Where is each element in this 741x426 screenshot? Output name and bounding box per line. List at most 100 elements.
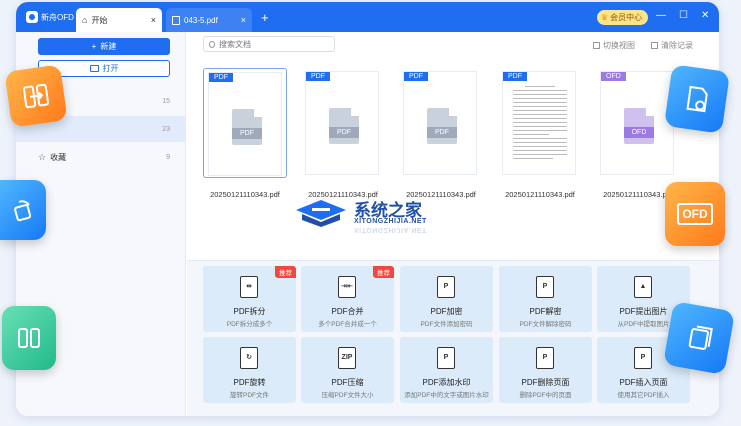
tool-desc: PDF拆分成多个 [226, 321, 273, 328]
open-label: 打开 [102, 64, 119, 73]
sidebar-item-count: 23 [162, 125, 170, 133]
tool-title: PDF添加水印 [422, 378, 471, 387]
switch-view-label: 切换视图 [603, 41, 635, 50]
maximize-icon[interactable]: ☐ [679, 10, 688, 21]
new-label: 新建 [100, 42, 117, 51]
ofd-feature-icon: OFD [665, 182, 725, 246]
rotate-icon: ↻ [240, 347, 258, 369]
search-icon [209, 40, 215, 48]
file-thumbnail: PDF [502, 71, 576, 175]
app-logo-icon [26, 11, 38, 23]
tab-label: 开始 [91, 15, 108, 25]
sidebar-item-favorites[interactable]: ☆ 收藏 9 [16, 144, 186, 170]
tool-title: PDF压缩 [331, 378, 364, 387]
unlock-icon: P [536, 276, 554, 298]
file-thumbnail: OFD OFD [600, 71, 674, 175]
insert-page-icon: P [634, 347, 652, 369]
close-icon[interactable]: × [151, 15, 156, 25]
add-tab-icon[interactable]: + [261, 10, 269, 25]
image-icon: ▲ [634, 276, 652, 298]
sidebar-item-label: 收藏 [50, 152, 67, 162]
file-thumbnail: PDF PDF [208, 72, 282, 176]
tool-desc: 旋转PDF文件 [230, 392, 269, 399]
tool-pdf-decrypt[interactable]: P PDF解密 PDF文件解除密码 [499, 266, 592, 332]
file-type-badge: PDF [306, 72, 330, 81]
tool-title: PDF拆分 [233, 307, 266, 316]
clear-history-button[interactable]: 清除记录 [651, 40, 693, 51]
tool-pdf-watermark[interactable]: P PDF添加水印 添加PDF中的文字或图片水印 [400, 337, 493, 403]
sidebar-item-count: 9 [166, 153, 170, 161]
tool-title: PDF插入页面 [619, 378, 668, 387]
tool-pdf-compress[interactable]: ZIP PDF压缩 压缩PDF文件大小 [301, 337, 394, 403]
tool-pdf-split[interactable]: 推荐 ⇹ PDF拆分 PDF拆分成多个 [203, 266, 296, 332]
tool-pdf-merge[interactable]: 推荐 ⇥⇤ PDF合并 多个PDF合并成一个 [301, 266, 394, 332]
minimize-icon[interactable]: — [656, 10, 666, 21]
file-card[interactable]: PDF PDF [399, 68, 483, 178]
tool-title: PDF加密 [430, 307, 463, 316]
ofd-file-icon: OFD [624, 108, 654, 144]
merge-feature-icon [2, 306, 56, 370]
close-icon[interactable]: × [241, 15, 246, 25]
tool-desc: PDF文件解除密码 [519, 321, 572, 328]
tool-desc: 添加PDF中的文字或图片水印 [404, 392, 489, 399]
close-window-icon[interactable]: ✕ [701, 10, 709, 21]
tool-title: PDF解密 [529, 307, 562, 316]
tool-pdf-delete-page[interactable]: P PDF删除页面 删除PDF中的页面 [499, 337, 592, 403]
file-thumbnail: PDF PDF [305, 71, 379, 175]
recommend-tag: 推荐 [373, 266, 394, 278]
tool-title: PDF合并 [331, 307, 364, 316]
crown-icon: ♛ [601, 13, 609, 22]
merge-icon: ⇥⇤ [338, 276, 356, 298]
tool-grid: 推荐 ⇹ PDF拆分 PDF拆分成多个 推荐 ⇥⇤ PDF合并 多个PDF合并成… [187, 260, 719, 416]
file-card[interactable]: PDF PDF [203, 68, 287, 178]
new-button[interactable]: + 新建 [38, 38, 170, 55]
home-icon: ⌂ [82, 15, 88, 25]
file-type-badge: PDF [404, 72, 428, 81]
tool-title: PDF旋转 [233, 378, 266, 387]
folder-icon [89, 65, 99, 72]
tool-desc: 压缩PDF文件大小 [321, 392, 374, 399]
pdf-image-feature-icon [663, 64, 731, 134]
watermark-reflection: XITONGZHIJIA.NET [354, 226, 427, 233]
pdf-file-icon: PDF [232, 109, 262, 145]
file-card[interactable]: PDF PDF [301, 68, 385, 178]
switch-view-button[interactable]: 切换视图 [593, 40, 635, 51]
tool-desc: 删除PDF中的页面 [519, 392, 572, 399]
vip-center-button[interactable]: ♛ 会员中心 [597, 10, 649, 25]
sidebar-item-count: 15 [162, 97, 170, 105]
split-icon: ⇹ [240, 276, 258, 298]
app-name: 新舟OFD [41, 13, 74, 22]
watermark-subtitle: XITONGZHIJIA.NET [354, 218, 427, 225]
file-thumbnail: PDF PDF [403, 71, 477, 175]
text-page-preview [513, 86, 567, 162]
star-icon: ☆ [38, 151, 47, 162]
pdf-file-icon: PDF [329, 108, 359, 144]
file-type-badge: OFD [601, 72, 626, 81]
tool-title: PDF删除页面 [521, 378, 570, 387]
watermark-logo-icon [296, 200, 346, 227]
site-watermark: 系统之家 XITONGZHIJIA.NET XITONGZHIJIA.NET [292, 196, 442, 236]
pdf-file-icon: PDF [427, 108, 457, 144]
search-input[interactable] [219, 39, 329, 49]
file-type-badge: PDF [503, 72, 527, 81]
file-icon [172, 15, 180, 25]
trash-icon [651, 42, 658, 49]
tool-pdf-encrypt[interactable]: P PDF加密 PDF文件添加密码 [400, 266, 493, 332]
file-type-badge: PDF [209, 73, 233, 82]
tab-label: 043-5.pdf [184, 15, 218, 25]
lock-icon: P [437, 276, 455, 298]
tool-desc: 多个PDF合并成一个 [318, 321, 377, 328]
tool-desc: 使用其它PDF插入 [617, 392, 670, 399]
search-box[interactable] [203, 36, 335, 52]
plus-icon: + [91, 42, 97, 51]
tab-home[interactable]: ⌂ 开始 × [76, 8, 162, 32]
file-card[interactable]: PDF [498, 68, 582, 178]
watermark-icon: P [437, 347, 455, 369]
tool-pdf-rotate[interactable]: ↻ PDF旋转 旋转PDF文件 [203, 337, 296, 403]
title-bar: 新舟OFD ⌂ 开始 × 043-5.pdf × + ♛ 会员中心 — ☐ ✕ [16, 2, 719, 32]
clear-history-label: 清除记录 [661, 41, 693, 50]
tool-desc: PDF文件添加密码 [420, 321, 473, 328]
tab-document[interactable]: 043-5.pdf × [166, 8, 252, 32]
grid-view-icon [593, 42, 600, 49]
split-feature-icon [4, 64, 68, 128]
